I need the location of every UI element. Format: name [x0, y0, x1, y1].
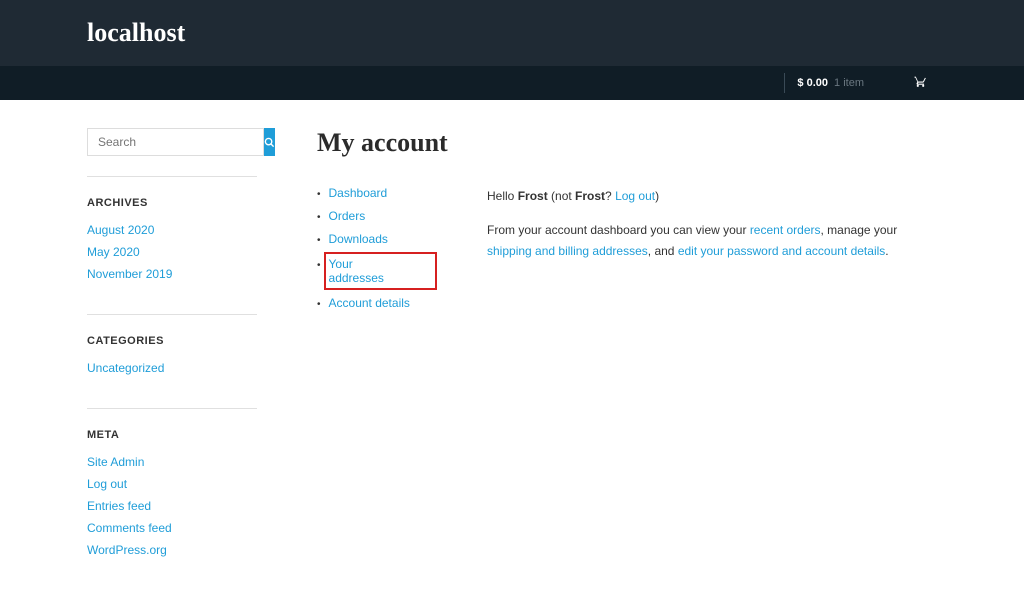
meta-link: Comments feed	[87, 521, 257, 535]
intro-text: From your account dashboard you can view…	[487, 220, 937, 261]
logout-link[interactable]: Log out	[615, 189, 655, 203]
widget-title-archives: ARCHIVES	[87, 197, 257, 209]
account-details-link[interactable]: edit your password and account details	[678, 244, 885, 258]
account-nav: Dashboard Orders Downloads Your addresse…	[317, 186, 437, 319]
addresses-link[interactable]: shipping and billing addresses	[487, 244, 648, 258]
nav-item-downloads: Downloads	[317, 232, 437, 246]
nav-item-addresses: Your addresses	[317, 255, 437, 287]
site-title[interactable]: localhost	[87, 18, 185, 47]
widget-title-meta: META	[87, 429, 257, 441]
main-content: My account Dashboard Orders Downloads Yo…	[317, 128, 937, 570]
archive-link: November 2019	[87, 267, 257, 281]
cart-items-count: 1 item	[834, 77, 864, 89]
search-form	[87, 128, 257, 156]
search-input[interactable]	[87, 128, 264, 156]
search-button[interactable]	[264, 128, 275, 156]
widget-archives: ARCHIVES August 2020 May 2020 November 2…	[87, 176, 257, 294]
page-title: My account	[317, 128, 937, 158]
account-content: Hello Frost (not Frost? Log out) From yo…	[487, 186, 937, 319]
site-header: localhost	[0, 0, 1024, 66]
widget-title-categories: CATEGORIES	[87, 335, 257, 347]
meta-link: WordPress.org	[87, 543, 257, 557]
archive-link: May 2020	[87, 245, 257, 259]
top-bar: $ 0.00 1 item	[0, 66, 1024, 100]
cart-icon[interactable]	[914, 75, 927, 91]
recent-orders-link[interactable]: recent orders	[750, 223, 821, 237]
nav-item-orders: Orders	[317, 209, 437, 223]
welcome-text: Hello Frost (not Frost? Log out)	[487, 186, 937, 206]
meta-link: Log out	[87, 477, 257, 491]
sidebar: ARCHIVES August 2020 May 2020 November 2…	[87, 128, 257, 570]
highlight-box: Your addresses	[324, 252, 437, 290]
widget-categories: CATEGORIES Uncategorized	[87, 314, 257, 388]
cart-amount[interactable]: $ 0.00	[797, 77, 828, 89]
search-icon	[264, 137, 275, 148]
meta-link: Site Admin	[87, 455, 257, 469]
nav-item-dashboard: Dashboard	[317, 186, 437, 200]
archive-link: August 2020	[87, 223, 257, 237]
nav-item-account-details: Account details	[317, 296, 437, 310]
meta-link: Entries feed	[87, 499, 257, 513]
widget-meta: META Site Admin Log out Entries feed Com…	[87, 408, 257, 570]
topbar-divider	[784, 73, 785, 93]
category-link: Uncategorized	[87, 361, 257, 375]
